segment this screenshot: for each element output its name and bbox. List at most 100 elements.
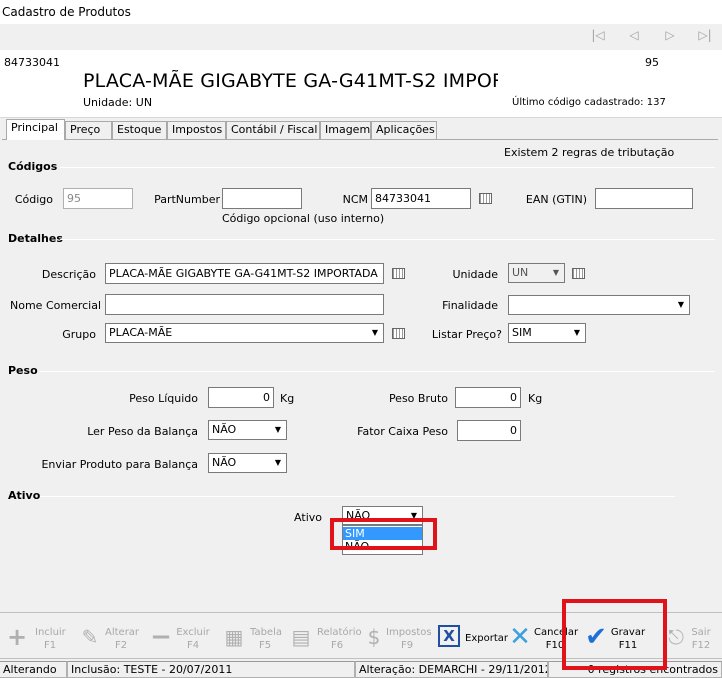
listar-preco-value: SIM: [512, 326, 532, 339]
status-inclusao: Inclusão: TESTE - 20/07/2011: [67, 661, 355, 678]
exportar-button[interactable]: X Exportar: [438, 621, 508, 655]
tab-imagem[interactable]: Imagem: [320, 121, 371, 139]
window-title: Cadastro de Produtos: [2, 5, 131, 19]
ean-label: EAN (GTIN): [525, 193, 587, 206]
codigo-label: Código: [14, 193, 53, 206]
tab-impostos[interactable]: Impostos: [167, 121, 226, 139]
section-detalhes: Detalhes: [8, 232, 63, 245]
chevron-down-icon: ▼: [371, 328, 379, 337]
exportar-label: Exportar: [465, 633, 508, 644]
last-record-button[interactable]: ▷|: [690, 26, 720, 44]
chevron-down-icon: ▼: [573, 328, 581, 337]
descricao-lookup-icon[interactable]: [392, 268, 405, 279]
grupo-lookup-icon[interactable]: [392, 328, 405, 339]
enviar-balanca-select[interactable]: NÃO ▼: [208, 453, 287, 473]
unidade-select[interactable]: UN ▼: [508, 263, 565, 283]
previous-record-button[interactable]: ◁: [619, 26, 649, 44]
excluir-button[interactable]: − Excluir F4: [149, 621, 214, 655]
unidade-lookup-icon[interactable]: [572, 268, 585, 279]
pencil-icon: ✎: [81, 625, 99, 649]
relatorio-key: F6: [330, 640, 344, 651]
impostos-label: Impostos: [386, 627, 432, 638]
tabela-label: Tabela: [250, 627, 282, 638]
sair-key: F12: [691, 640, 711, 651]
header-unit-value: UN: [135, 96, 153, 109]
relatorio-button[interactable]: ▤ Relatório F6: [289, 621, 362, 655]
plus-icon: +: [6, 623, 28, 651]
ncm-lookup-icon[interactable]: [479, 193, 492, 204]
unidade-label: Unidade: [452, 268, 498, 281]
section-ativo: Ativo: [8, 489, 41, 502]
last-code-info: Último código cadastrado: 137: [512, 97, 666, 108]
tabela-button[interactable]: ▦ Tabela F5: [222, 621, 284, 655]
ncm-label: NCM: [342, 193, 368, 206]
enviar-balanca-label: Enviar Produto para Balança: [41, 458, 198, 471]
nome-comercial-field[interactable]: [105, 294, 384, 315]
fator-caixa-field[interactable]: 0: [457, 420, 521, 441]
tab-preco[interactable]: Preço: [65, 121, 112, 139]
separator: [60, 167, 715, 168]
ler-balanca-value: NÃO: [212, 423, 237, 436]
header-code: 95: [645, 56, 659, 69]
next-record-button[interactable]: ▷: [655, 26, 685, 44]
peso-bruto-field[interactable]: 0: [455, 387, 521, 408]
dollar-icon: $: [367, 625, 381, 649]
section-peso: Peso: [8, 364, 38, 377]
product-name-title: PLACA-MÃE GIGABYTE GA-G41MT-S2 IMPORTADA: [83, 70, 498, 92]
header-ncm: 84733041: [4, 56, 60, 69]
enviar-balanca-value: NÃO: [212, 456, 237, 469]
table-icon: ▦: [224, 625, 244, 649]
minus-icon: −: [150, 622, 172, 652]
sair-button[interactable]: ⎋ Sair F12: [664, 621, 720, 655]
ler-balanca-label: Ler Peso da Balança: [87, 425, 198, 438]
nome-comercial-label: Nome Comercial: [10, 299, 102, 312]
separator: [40, 371, 715, 372]
tab-contabil-fiscal[interactable]: Contábil / Fiscal: [226, 121, 320, 139]
peso-liquido-field[interactable]: 0: [208, 387, 274, 408]
alterar-key: F2: [114, 640, 128, 651]
highlight-box: [330, 518, 437, 550]
ler-balanca-select[interactable]: NÃO ▼: [208, 420, 287, 440]
peso-liquido-label: Peso Líquido: [129, 392, 198, 405]
ncm-field[interactable]: 84733041: [371, 188, 471, 209]
separator: [60, 239, 715, 240]
peso-liquido-unit: Kg: [280, 392, 295, 405]
alterar-button[interactable]: ✎ Alterar F2: [78, 621, 143, 655]
status-alteracao: Alteração: DEMARCHI - 29/11/2012: [355, 661, 548, 678]
finalidade-label: Finalidade: [442, 299, 498, 312]
tab-principal[interactable]: Principal: [6, 119, 65, 140]
incluir-button[interactable]: + Incluir F1: [5, 621, 70, 655]
peso-bruto-unit: Kg: [528, 392, 543, 405]
optional-code-note: Código opcional (uso interno): [222, 212, 385, 225]
tabela-key: F5: [258, 640, 272, 651]
partnumber-field[interactable]: [222, 188, 302, 209]
impostos-button[interactable]: $ Impostos F9: [362, 621, 432, 655]
section-codigos: Códigos: [8, 160, 58, 173]
header-unit: Unidade: UN: [83, 96, 152, 109]
finalidade-select[interactable]: ▼: [508, 295, 690, 315]
product-header: 84733041 95 PLACA-MÃE GIGABYTE GA-G41MT-…: [0, 50, 722, 118]
unidade-value: UN: [512, 266, 529, 279]
codigo-field[interactable]: 95: [63, 188, 133, 209]
ean-field[interactable]: [595, 188, 693, 209]
alterar-label: Alterar: [105, 627, 140, 638]
grupo-label: Grupo: [62, 328, 96, 341]
grupo-value: PLACA-MÃE: [109, 326, 173, 339]
incluir-label: Incluir: [35, 627, 66, 638]
tab-estoque[interactable]: Estoque: [112, 121, 167, 139]
tab-aplicacoes[interactable]: Aplicações: [371, 121, 437, 139]
ativo-label: Ativo: [294, 511, 322, 524]
chevron-down-icon: ▼: [552, 268, 560, 277]
chevron-down-icon: ▼: [274, 425, 282, 434]
excluir-key: F4: [186, 640, 200, 651]
grupo-select[interactable]: PLACA-MÃE ▼: [105, 323, 384, 343]
descricao-field[interactable]: PLACA-MÃE GIGABYTE GA-G41MT-S2 IMPORTADA: [105, 263, 384, 284]
listar-preco-label: Listar Preço?: [431, 328, 502, 341]
excel-icon: X: [438, 625, 460, 647]
listar-preco-select[interactable]: SIM ▼: [508, 323, 586, 343]
chevron-down-icon: ▼: [677, 300, 685, 309]
last-code-label: Último código cadastrado:: [512, 97, 644, 108]
first-record-button[interactable]: |◁: [583, 26, 613, 44]
x-icon: ✕: [509, 622, 531, 652]
last-code-value: 137: [646, 97, 666, 108]
